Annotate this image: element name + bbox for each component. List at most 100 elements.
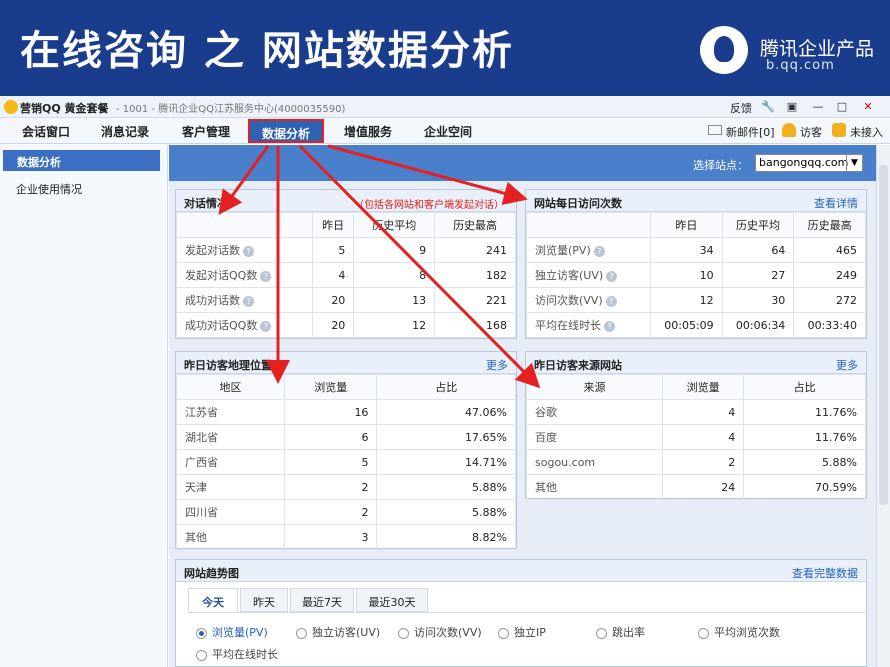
trend-full-data-link[interactable]: 查看完整数据 [792, 565, 858, 581]
unanswered-icon [832, 123, 846, 137]
main-content: 选择站点： bangongqq.com ▼ 对话情况 （包括各网站和客户端发起对… [169, 145, 876, 667]
geo-panel: 昨日访客地理位置 更多 地区 浏览量 占比 江苏省 16 47.06% 湖北省 6 17… [175, 351, 517, 550]
help-icon[interactable]: ? [604, 320, 615, 332]
table-row: 天津 2 5.88% [176, 474, 516, 500]
row-label: 独立访客(UV) [535, 269, 604, 282]
metric-avg-views-radio[interactable]: 平均浏览次数 [698, 624, 780, 640]
metric-avg-time-radio[interactable]: 平均在线时长 [196, 646, 278, 662]
cell: 30 [721, 287, 795, 313]
radio-icon [398, 627, 409, 639]
row-label: 平均在线时长 [535, 319, 601, 332]
metric-label: 浏览量(PV) [212, 626, 268, 639]
col-header: 地区 [176, 374, 285, 400]
metric-label: 独立访客(UV) [312, 626, 381, 639]
visits-detail-link[interactable]: 查看详情 [814, 195, 858, 211]
metric-uv-radio[interactable]: 独立访客(UV) [296, 624, 380, 640]
feedback-link[interactable]: 反馈 [730, 100, 752, 116]
metric-vv-radio[interactable]: 访问次数(VV) [398, 624, 482, 640]
banner: 在线咨询 之 网站数据分析 腾讯企业产品 b.qq.com [0, 0, 890, 96]
table-row: 发起对话数? 5 9 241 [176, 237, 516, 263]
cell: 江苏省 [176, 399, 285, 425]
table-row: 江苏省 16 47.06% [176, 399, 516, 425]
metric-bounce-radio[interactable]: 跳出率 [596, 624, 645, 640]
radio-icon [698, 627, 709, 639]
maximize-icon[interactable]: □ [834, 99, 850, 115]
tab-yesterday[interactable]: 昨天 [240, 588, 288, 612]
metric-label: 独立IP [514, 626, 546, 639]
skin-icon[interactable]: ▣ [784, 99, 800, 115]
dialog-note: （包括各网站和客户端发起对话） [354, 200, 504, 211]
visitor-link[interactable]: 访客 [800, 124, 822, 140]
cell: 11.76% [743, 424, 866, 450]
tab-customer-management[interactable]: 客户管理 [182, 123, 230, 140]
site-bar: 选择站点： bangongqq.com ▼ [169, 145, 876, 181]
help-icon[interactable]: ? [260, 270, 272, 282]
metric-label: 跳出率 [612, 626, 645, 639]
cell: 5 [283, 449, 378, 475]
table-row: 湖北省 6 17.65% [176, 424, 516, 450]
sidebar-item-data-analysis[interactable]: 数据分析 [3, 150, 160, 171]
trend-title: 网站趋势图 [184, 567, 239, 580]
cell: 天津 [176, 474, 285, 500]
window-titlebar: 营销QQ 黄金套餐 - 1001 - 腾讯企业QQ江苏服务中心(40000355… [0, 96, 890, 118]
col-header: 历史最高 [793, 212, 866, 238]
cell: 10 [650, 262, 723, 288]
cell: 2 [283, 474, 378, 500]
close-icon[interactable]: ✕ [860, 99, 876, 115]
cell: 谷歌 [526, 399, 663, 425]
tab-today[interactable]: 今天 [188, 588, 238, 612]
cell: 百度 [526, 424, 663, 450]
chevron-down-icon[interactable]: ▼ [846, 155, 862, 171]
cell: 24 [661, 474, 745, 500]
cell: 2 [283, 499, 378, 525]
vertical-scrollbar[interactable] [876, 145, 890, 667]
sidebar-item-enterprise-usage[interactable]: 企业使用情况 [16, 181, 82, 197]
site-select[interactable]: bangongqq.com ▼ [755, 154, 863, 172]
sources-more-link[interactable]: 更多 [836, 357, 858, 373]
cell: sogou.com [526, 449, 663, 475]
help-icon[interactable]: ? [593, 245, 605, 257]
help-icon[interactable]: ? [605, 295, 617, 307]
minimize-icon[interactable]: — [810, 99, 826, 115]
tab-message-records[interactable]: 消息记录 [101, 123, 149, 140]
tab-chat-window[interactable]: 会话窗口 [22, 123, 70, 140]
cell: 00:06:34 [721, 312, 795, 338]
table-row: 广西省 5 14.71% [176, 449, 516, 475]
help-icon[interactable]: ? [243, 245, 254, 257]
cell: 四川省 [176, 499, 285, 525]
wrench-icon[interactable]: 🔧 [760, 99, 776, 115]
mail-icon [708, 125, 722, 135]
cell: 9 [353, 237, 436, 263]
help-icon[interactable]: ? [243, 295, 254, 307]
radio-icon [596, 627, 607, 639]
geo-more-link[interactable]: 更多 [486, 357, 508, 373]
cell: 20 [311, 312, 355, 338]
cell: 6 [283, 424, 378, 450]
cell: 17.65% [376, 424, 516, 450]
cell: 00:33:40 [793, 312, 866, 338]
scrollbar-thumb[interactable] [879, 165, 888, 505]
site-label: 选择站点： [693, 159, 748, 172]
tab-data-analysis[interactable]: 数据分析 [248, 119, 325, 143]
visits-title: 网站每日访问次数 [534, 197, 622, 210]
col-header: 历史平均 [721, 212, 795, 238]
col-header: 来源 [526, 374, 663, 400]
metric-pv-radio[interactable]: 浏览量(PV) [196, 624, 268, 640]
col-header: 浏览量 [661, 374, 745, 400]
unanswered-link[interactable]: 未接入 [850, 124, 883, 140]
tab-value-added[interactable]: 增值服务 [344, 123, 392, 140]
cell: 4 [661, 399, 745, 425]
cell: 00:05:09 [650, 312, 723, 338]
tab-last-7-days[interactable]: 最近7天 [290, 588, 354, 612]
radio-icon [498, 627, 509, 639]
help-icon[interactable]: ? [606, 270, 618, 282]
cell: 14.71% [376, 449, 516, 475]
cell: 3 [283, 524, 378, 550]
tab-enterprise-space[interactable]: 企业空间 [424, 123, 472, 140]
metric-ip-radio[interactable]: 独立IP [498, 624, 546, 640]
tab-last-30-days[interactable]: 最近30天 [356, 588, 428, 612]
dialog-panel: 对话情况 （包括各网站和客户端发起对话） 昨日 历史平均 历史最高 发起对话数?… [175, 189, 517, 339]
radio-icon [296, 627, 307, 639]
new-mail-link[interactable]: 新邮件[0] [726, 124, 775, 140]
help-icon[interactable]: ? [260, 320, 272, 332]
